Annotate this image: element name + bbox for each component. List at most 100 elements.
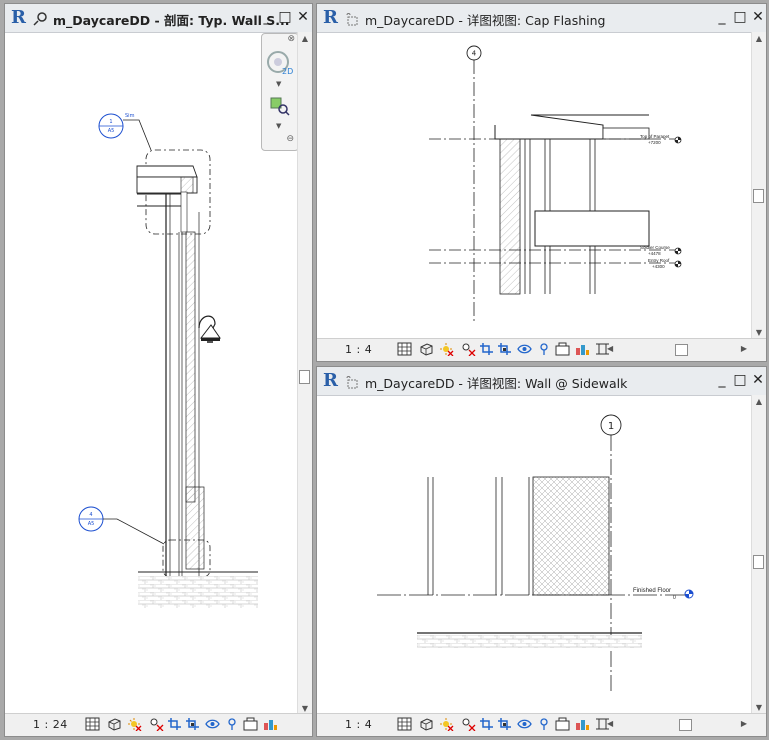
maximize-button[interactable]: □ xyxy=(733,10,747,25)
sun-path-icon[interactable] xyxy=(439,717,454,731)
analysis-icon[interactable] xyxy=(575,717,590,731)
section-drawing-canvas[interactable]: 1 A5 Sim 4 A5 xyxy=(5,32,298,716)
detail-level-icon[interactable] xyxy=(85,717,100,731)
level-elevation: +7200 xyxy=(648,140,661,145)
minimize-button[interactable]: _ xyxy=(715,373,729,388)
reveal-hidden-icon[interactable] xyxy=(225,717,240,731)
shadows-icon[interactable] xyxy=(461,342,476,356)
maximize-button[interactable]: □ xyxy=(278,10,292,25)
scroll-down-arrow[interactable]: ▼ xyxy=(752,328,766,338)
section-view-window[interactable]: R m_DaycareDD - 剖面: Typ. Wall S... _ □ ✕… xyxy=(4,3,313,737)
view-scale[interactable]: 1 : 24 xyxy=(33,718,68,731)
callout-sheet: A5 xyxy=(108,128,115,134)
scroll-thumb[interactable] xyxy=(299,370,310,384)
crop-view-icon[interactable] xyxy=(167,717,182,731)
scroll-thumb[interactable] xyxy=(679,719,692,731)
close-button[interactable]: ✕ xyxy=(296,10,310,25)
scroll-right-arrow[interactable]: ▶ xyxy=(741,344,747,353)
detail-level-icon[interactable] xyxy=(397,717,412,731)
view-scale[interactable]: 1 : 4 xyxy=(345,718,372,731)
worksharing-icon[interactable] xyxy=(555,717,570,731)
visual-style-icon[interactable] xyxy=(419,717,434,731)
scroll-up-arrow[interactable]: ▲ xyxy=(752,34,766,44)
sun-path-icon[interactable] xyxy=(127,717,142,731)
window-title: m_DaycareDD - 详图视图: Cap Flashing xyxy=(365,13,606,28)
show-crop-icon[interactable] xyxy=(497,342,512,356)
reveal-hidden-icon[interactable] xyxy=(537,342,552,356)
horizontal-scrollbar[interactable]: ◀ ▶ xyxy=(607,719,747,731)
view-scale[interactable]: 1 : 4 xyxy=(345,343,372,356)
close-button[interactable]: ✕ xyxy=(751,373,765,388)
title-bar[interactable]: R m_DaycareDD - 剖面: Typ. Wall S... _ □ ✕ xyxy=(5,4,312,33)
section-view-icon xyxy=(33,12,47,26)
analysis-icon[interactable] xyxy=(263,717,278,731)
callout-tag-top[interactable]: 1 A5 Sim xyxy=(98,113,152,151)
grid-line-4[interactable]: 4 xyxy=(466,45,482,322)
title-bar[interactable]: R m_DaycareDD - 详图视图: Wall @ Sidewalk _ … xyxy=(317,367,766,396)
scroll-right-arrow[interactable]: ▶ xyxy=(741,719,747,728)
title-bar[interactable]: R m_DaycareDD - 详图视图: Cap Flashing _ □ ✕ xyxy=(317,4,766,33)
close-button[interactable]: ✕ xyxy=(751,10,765,25)
chevron-down-icon[interactable]: ▼ xyxy=(276,122,281,130)
worksharing-icon[interactable] xyxy=(555,342,570,356)
worksharing-icon[interactable] xyxy=(243,717,258,731)
vertical-scrollbar[interactable]: ▲ ▼ xyxy=(751,395,766,715)
crop-view-icon[interactable] xyxy=(479,717,494,731)
callout-tag-bottom[interactable]: 4 A5 xyxy=(78,506,165,545)
window-title: m_DaycareDD - 详图视图: Wall @ Sidewalk xyxy=(365,376,628,391)
shadows-icon[interactable] xyxy=(149,717,164,731)
scroll-thumb[interactable] xyxy=(753,555,764,569)
minimize-button[interactable]: _ xyxy=(260,10,274,25)
shadows-icon[interactable] xyxy=(461,717,476,731)
analysis-icon[interactable] xyxy=(575,342,590,356)
vertical-scrollbar[interactable]: ▲ ▼ xyxy=(751,32,766,340)
wall-at-sidewalk-view-window[interactable]: R m_DaycareDD - 详图视图: Wall @ Sidewalk _ … xyxy=(316,366,767,737)
detail-view-icon xyxy=(346,376,358,389)
visual-style-icon[interactable] xyxy=(419,342,434,356)
callout-label: Sim xyxy=(125,113,135,119)
minimize-button[interactable]: _ xyxy=(715,10,729,25)
revit-logo: R xyxy=(323,370,338,391)
horizontal-scrollbar[interactable]: ◀ ▶ xyxy=(607,344,747,356)
scroll-thumb[interactable] xyxy=(675,344,688,356)
temporary-hide-icon[interactable] xyxy=(517,717,532,731)
temporary-hide-icon[interactable] xyxy=(205,717,220,731)
navigation-bar[interactable]: ⊗ 2D ▼ ▼ ⊖ xyxy=(261,33,299,151)
navbar-options-icon[interactable]: ⊖ xyxy=(286,134,294,144)
scroll-down-arrow[interactable]: ▼ xyxy=(752,703,766,713)
level-elevation: +4300 xyxy=(652,264,665,269)
window-title: m_DaycareDD - 剖面: Typ. Wall S... xyxy=(53,13,290,28)
visual-style-icon[interactable] xyxy=(107,717,122,731)
zoom-region-icon[interactable] xyxy=(269,96,291,116)
callout-number: 1 xyxy=(109,119,112,125)
scroll-thumb[interactable] xyxy=(753,189,764,203)
close-navbar-icon[interactable]: ⊗ xyxy=(287,34,295,44)
cap-flashing-view-window[interactable]: R m_DaycareDD - 详图视图: Cap Flashing _ □ ✕… xyxy=(316,3,767,362)
view-control-bar: 1 : 24 xyxy=(5,713,312,736)
steering-wheel-2d-icon[interactable]: 2D xyxy=(266,48,294,78)
wall-lamp xyxy=(198,315,221,343)
scroll-up-arrow[interactable]: ▲ xyxy=(298,34,312,44)
cap-flashing-drawing-canvas[interactable]: 4 Top of Parapet +7200 Soldier Course +4… xyxy=(317,32,752,340)
level-name: Soldier Course xyxy=(640,245,670,250)
show-crop-icon[interactable] xyxy=(497,717,512,731)
level-soldier-course[interactable]: Soldier Course +4478 xyxy=(429,245,682,256)
detail-view-icon xyxy=(346,13,358,26)
level-name: Top of Parapet xyxy=(640,134,670,139)
level-entry-roof[interactable]: Entry Roof +4300 xyxy=(429,258,682,269)
revit-logo: R xyxy=(323,7,338,28)
scroll-left-arrow[interactable]: ◀ xyxy=(607,719,613,728)
vertical-scrollbar[interactable]: ▲ ▼ xyxy=(297,32,312,716)
scroll-up-arrow[interactable]: ▲ xyxy=(752,397,766,407)
temporary-hide-icon[interactable] xyxy=(517,342,532,356)
chevron-down-icon[interactable]: ▼ xyxy=(276,80,281,88)
show-crop-icon[interactable] xyxy=(185,717,200,731)
scroll-left-arrow[interactable]: ◀ xyxy=(607,344,613,353)
detail-level-icon[interactable] xyxy=(397,342,412,356)
sidewalk-pavers xyxy=(417,635,642,648)
reveal-hidden-icon[interactable] xyxy=(537,717,552,731)
sun-path-icon[interactable] xyxy=(439,342,454,356)
maximize-button[interactable]: □ xyxy=(733,373,747,388)
sidewalk-drawing-canvas[interactable]: 1 Finished Floor 0 xyxy=(317,395,752,715)
crop-view-icon[interactable] xyxy=(479,342,494,356)
